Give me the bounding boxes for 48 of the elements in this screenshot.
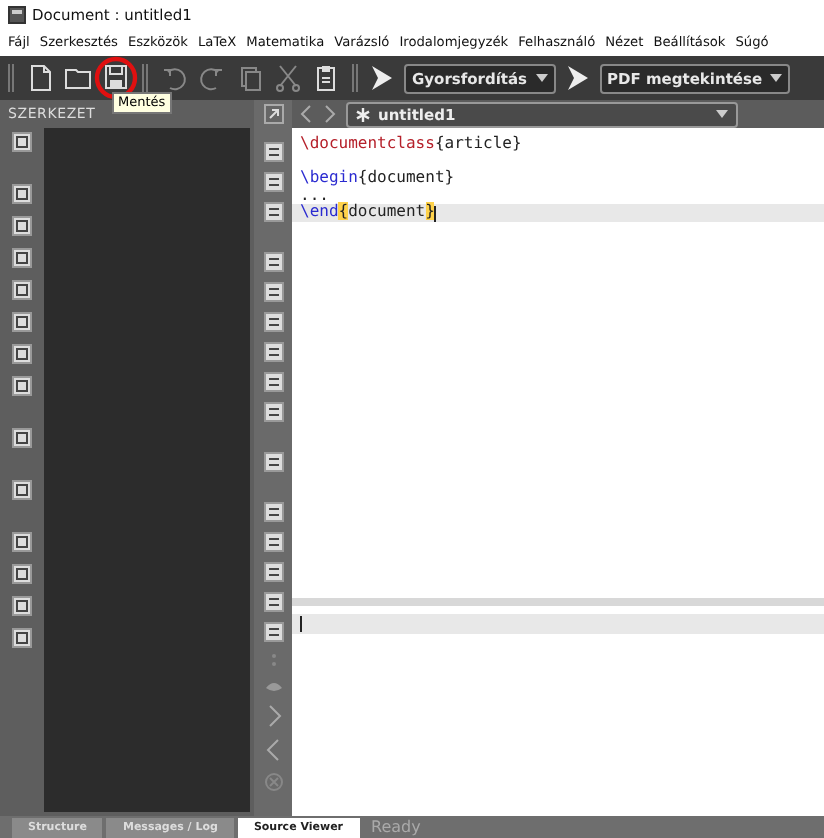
code-editor[interactable]: \documentclass{article} \begin{document} ... \end{document}	[292, 128, 824, 598]
text-cursor	[300, 616, 302, 632]
symbol-icon[interactable]	[12, 132, 32, 152]
format-icon[interactable]	[263, 172, 283, 192]
format-icon[interactable]	[263, 532, 283, 552]
float-panel-icon[interactable]	[263, 104, 283, 124]
asterisk-icon	[356, 107, 370, 121]
back-icon[interactable]	[298, 104, 314, 124]
format-icon[interactable]	[263, 622, 283, 642]
caret-icon	[770, 74, 783, 82]
format-icon[interactable]	[263, 142, 283, 162]
format-icon[interactable]	[263, 342, 283, 362]
app-icon	[8, 5, 26, 23]
redo-icon[interactable]	[198, 62, 226, 94]
format-icon[interactable]	[263, 372, 283, 392]
format-icon[interactable]	[263, 282, 283, 302]
stop-icon	[263, 772, 283, 792]
format-icon[interactable]	[263, 502, 283, 522]
symbol-icon[interactable]	[12, 428, 32, 448]
format-icon[interactable]	[263, 312, 283, 332]
code-text: \begin{document}	[300, 170, 455, 188]
format-icon[interactable]	[263, 452, 283, 472]
paste-icon[interactable]	[312, 62, 340, 94]
eye-icon	[263, 678, 283, 694]
format-icon[interactable]	[263, 592, 283, 612]
format-icon[interactable]	[263, 402, 283, 422]
text-cursor	[434, 205, 437, 222]
forward-icon[interactable]	[322, 104, 338, 124]
toolbar-grip-icon	[140, 62, 150, 94]
caret-icon	[716, 110, 728, 118]
symbol-icon[interactable]	[12, 480, 32, 500]
code-text: \documentclass{article}	[300, 136, 522, 154]
toolbar-grip-icon	[6, 62, 16, 94]
undo-icon[interactable]	[160, 62, 188, 94]
cut-icon[interactable]	[274, 62, 302, 94]
caret-icon	[535, 74, 548, 82]
format-icon[interactable]	[263, 202, 283, 222]
status-message: Ready	[369, 818, 421, 836]
code-text: ...	[300, 187, 329, 204]
toolbar-grip-icon	[350, 62, 360, 94]
format-icon[interactable]	[263, 562, 283, 582]
save-icon[interactable]	[102, 62, 130, 94]
play-arrow-icon[interactable]	[565, 62, 590, 94]
copy-icon[interactable]	[236, 62, 264, 94]
play-arrow-icon[interactable]	[370, 62, 394, 94]
new-file-icon[interactable]	[26, 62, 54, 94]
code-text: \end{document}	[300, 204, 435, 222]
format-icon[interactable]	[263, 252, 283, 272]
